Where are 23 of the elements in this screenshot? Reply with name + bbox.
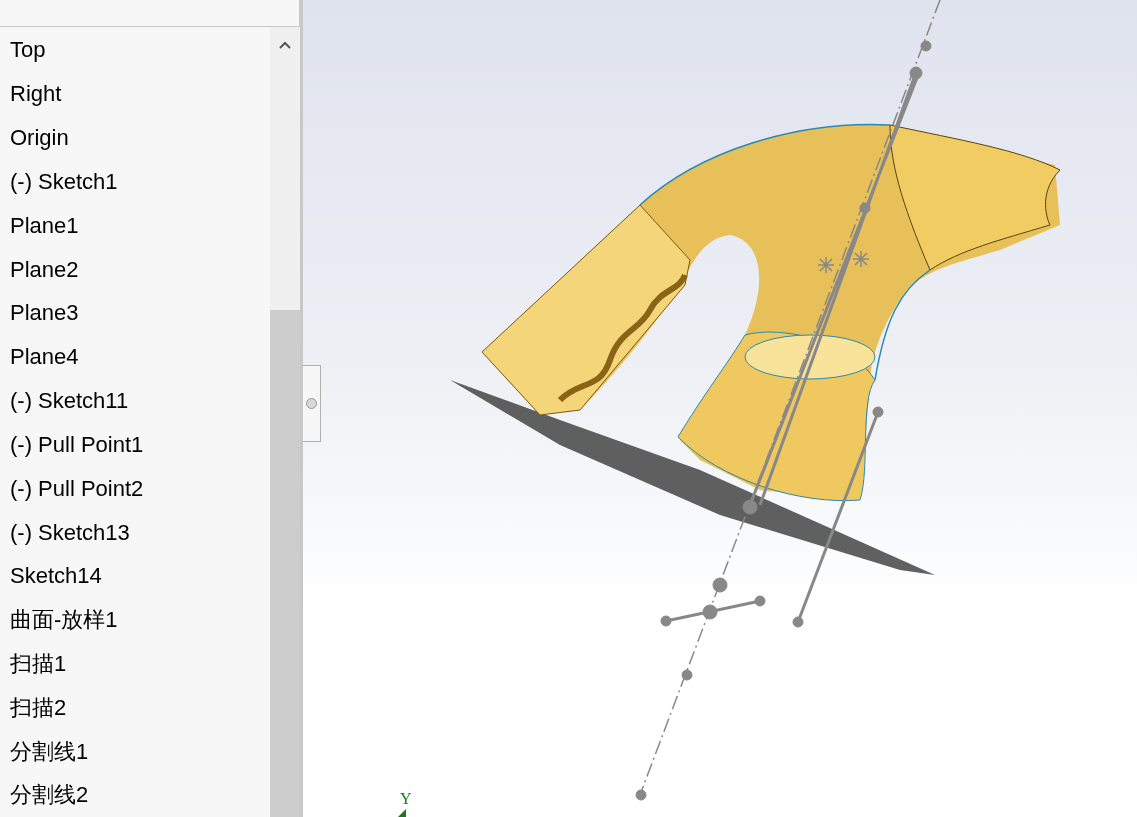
tree-item[interactable]: Top [0,28,270,72]
tree-item[interactable]: 分割线1 [0,729,270,774]
tree-item[interactable]: (-) Sketch13 [0,510,270,554]
tree-item[interactable]: 曲面-放样1 [0,597,270,642]
tree-item[interactable]: Plane2 [0,247,270,291]
tree-item[interactable]: 扫描2 [0,685,270,730]
panel-collapse-handle[interactable] [303,365,321,442]
tree-item[interactable]: Plane1 [0,203,270,248]
tree-item[interactable]: (-) Sketch1 [0,159,270,204]
tree-item[interactable]: Origin [0,115,270,160]
scrollbar-thumb[interactable] [270,310,300,817]
tree-item[interactable]: Right [0,71,270,116]
tree-item[interactable]: 扫描1 [0,641,270,686]
axis-label: Y [400,791,412,807]
tree-item[interactable]: (-) Pull Point2 [0,466,270,511]
tree-item[interactable]: Plane4 [0,334,270,379]
tree-item[interactable]: Sketch14 [0,553,270,598]
tree-item[interactable]: Plane3 [0,290,270,335]
tree-item[interactable]: (-) Pull Point1 [0,422,270,467]
tree-item[interactable]: 分割线2 [0,773,270,817]
axis-arrow-icon [398,809,406,817]
scrollbar[interactable] [270,27,300,817]
tree-item[interactable]: (-) Sketch11 [0,378,270,423]
